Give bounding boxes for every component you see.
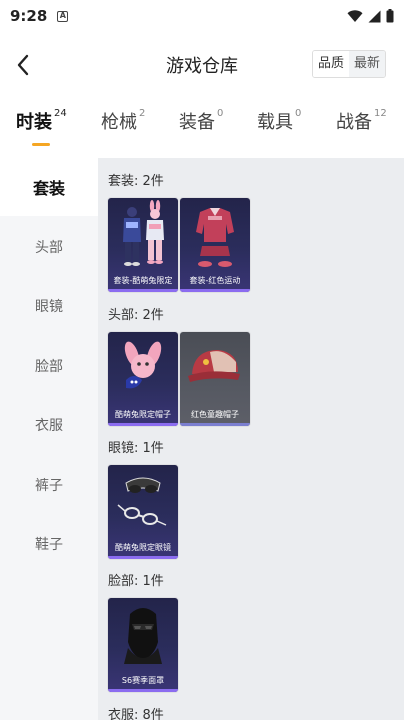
- tab-count: 12: [374, 108, 387, 119]
- tab-count: 24: [54, 108, 67, 119]
- rarity-bar: [108, 556, 178, 559]
- tab-vehicles[interactable]: 载具 0: [257, 108, 301, 156]
- item-name: 酷萌兔限定眼镜: [115, 543, 171, 552]
- item-card[interactable]: S6赛季面罩: [108, 598, 178, 692]
- red-cap-icon: [188, 350, 240, 382]
- item-card[interactable]: 套装-酷萌兔限定: [108, 198, 178, 292]
- item-name: 红色童趣帽子: [191, 410, 239, 419]
- outfit-red-sport-icon: [196, 208, 234, 267]
- sidebar-item-clothes[interactable]: 衣服: [0, 396, 98, 454]
- sidebar-item-outfit[interactable]: 套装: [0, 158, 98, 216]
- sidebar-item-shoes[interactable]: 鞋子: [0, 515, 98, 573]
- item-card[interactable]: 酷萌兔限定眼镜: [108, 465, 178, 559]
- item-name: 酷萌兔限定帽子: [115, 410, 171, 419]
- item-card[interactable]: 套装-红色运动: [180, 198, 250, 292]
- status-icons: [347, 9, 394, 23]
- group-title-glasses: 眼镜: 1件: [108, 441, 164, 456]
- tab-label: 战备: [336, 112, 372, 133]
- tab-label: 时装: [16, 112, 52, 133]
- item-name: 套装-酷萌兔限定: [113, 276, 173, 285]
- status-bar: 9:28 A: [0, 0, 404, 32]
- sidebar: 套装 头部 眼镜 脸部 衣服 裤子 鞋子: [0, 158, 98, 720]
- group-title-outfit: 套装: 2件: [108, 174, 164, 189]
- notification-icon: A: [57, 10, 69, 22]
- sort-quality-button[interactable]: 品质: [312, 51, 349, 77]
- tab-label: 枪械: [101, 112, 137, 133]
- tab-equipment[interactable]: 装备 0: [179, 108, 223, 156]
- rarity-bar: [180, 423, 250, 426]
- glasses-icon: [117, 477, 167, 526]
- item-card[interactable]: 红色童趣帽子: [180, 332, 250, 426]
- bunny-hat-icon: [124, 341, 162, 389]
- tab-guns[interactable]: 枪械 2: [101, 108, 145, 156]
- sort-latest-button[interactable]: 最新: [348, 51, 385, 77]
- item-card[interactable]: 酷萌兔限定帽子: [108, 332, 178, 426]
- rarity-bar: [180, 289, 250, 292]
- battery-icon: [386, 9, 394, 23]
- category-tabs: 时装 24 枪械 2 装备 0 载具 0 战备 12: [0, 108, 404, 156]
- group-title-face: 脸部: 1件: [108, 574, 164, 589]
- status-time: 9:28: [10, 7, 48, 25]
- tab-label: 载具: [257, 112, 293, 133]
- rarity-bar: [108, 689, 178, 692]
- sidebar-item-head[interactable]: 头部: [0, 218, 98, 276]
- tab-count: 0: [217, 108, 224, 119]
- sidebar-item-face[interactable]: 脸部: [0, 337, 98, 395]
- item-grid: 套装: 2件 套装-酷萌兔限定 套装-红色运动 头部: 2件 酷萌兔限定帽子 红…: [98, 158, 404, 720]
- signal-icon: [368, 10, 381, 22]
- tab-fashion[interactable]: 时装 24: [16, 108, 67, 156]
- sidebar-item-pants[interactable]: 裤子: [0, 456, 98, 514]
- tab-supplies[interactable]: 战备 12: [336, 108, 387, 156]
- wifi-icon: [347, 9, 363, 22]
- sort-toggle: 品质 最新: [311, 50, 386, 78]
- tab-label: 装备: [179, 112, 215, 133]
- item-name: S6赛季面罩: [121, 676, 165, 685]
- header: 游戏仓库 品质 最新: [0, 40, 404, 90]
- item-name: 套装-红色运动: [189, 276, 241, 285]
- face-mask-icon: [124, 608, 162, 664]
- outfit-bunny-icon: [123, 200, 164, 266]
- tab-count: 0: [295, 108, 302, 119]
- tab-count: 2: [139, 108, 146, 119]
- active-tab-indicator: [32, 143, 50, 146]
- rarity-bar: [108, 289, 178, 292]
- rarity-bar: [108, 423, 178, 426]
- group-title-clothes: 衣服: 8件: [108, 708, 164, 720]
- group-title-head: 头部: 2件: [108, 308, 164, 323]
- sidebar-item-glasses[interactable]: 眼镜: [0, 277, 98, 335]
